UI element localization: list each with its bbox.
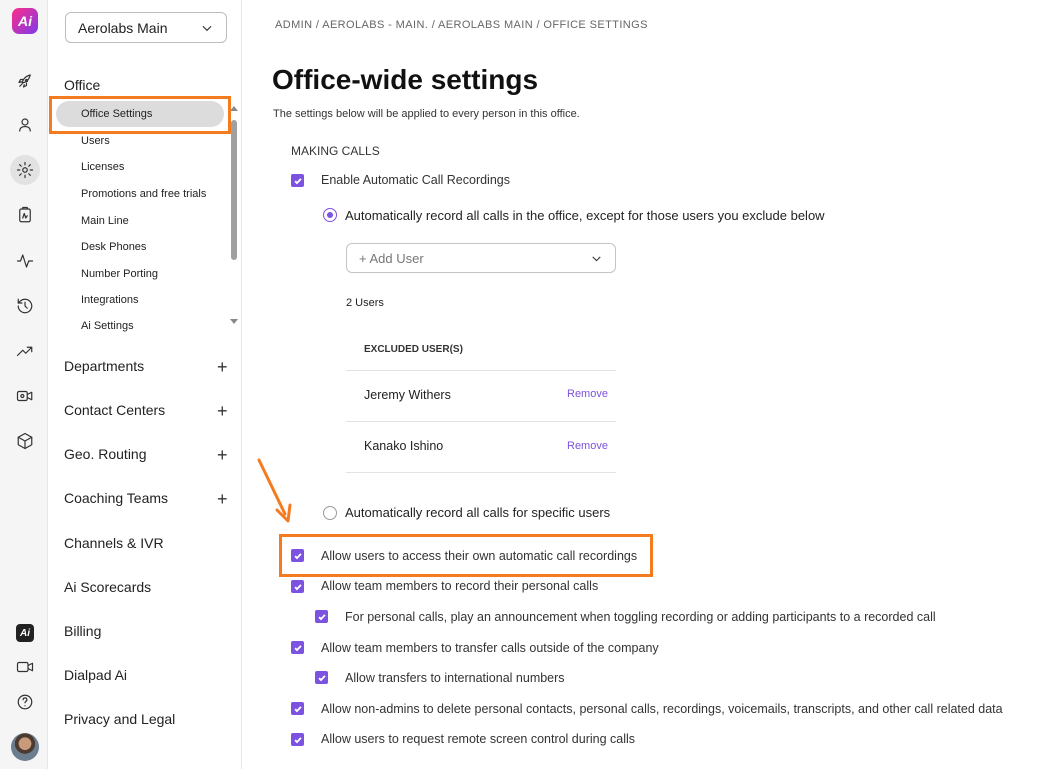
page-subtitle: The settings below will be applied to ev…	[273, 108, 580, 120]
left-rail: Ai Ai	[0, 0, 48, 769]
sidebar-item-desk-phones[interactable]: Desk Phones	[81, 241, 146, 253]
history-icon[interactable]	[10, 291, 40, 321]
section-label-making-calls: MAKING CALLS	[291, 144, 380, 158]
announcement-checkbox[interactable]	[315, 610, 328, 623]
record-specific-label: Automatically record all calls for speci…	[345, 505, 611, 520]
help-icon[interactable]	[10, 687, 40, 717]
remove-user-link[interactable]: Remove	[567, 388, 608, 400]
team-record-label: Allow team members to record their perso…	[321, 579, 599, 593]
plus-icon[interactable]: +	[217, 490, 228, 508]
record-specific-radio[interactable]	[323, 506, 337, 520]
sidebar-section-office[interactable]: Office	[64, 77, 100, 93]
check-icon	[293, 736, 302, 743]
record-all-radio[interactable]	[323, 208, 337, 222]
plus-icon[interactable]: +	[217, 358, 228, 376]
page-title: Office-wide settings	[272, 64, 539, 95]
sidebar-section-billing[interactable]: Billing	[64, 623, 101, 639]
sidebar-section-geo-routing[interactable]: Geo. Routing	[64, 446, 147, 462]
gear-icon[interactable]	[10, 155, 40, 185]
sidebar-item-ai-settings[interactable]: Ai Settings	[81, 320, 134, 332]
transfer-outside-checkbox[interactable]	[291, 641, 304, 654]
sidebar-item-number-porting[interactable]: Number Porting	[81, 268, 158, 280]
table-divider	[346, 472, 616, 473]
highlight-box-office-settings	[49, 96, 231, 134]
remove-user-link[interactable]: Remove	[567, 440, 608, 452]
trend-icon[interactable]	[10, 336, 40, 366]
announcement-label: For personal calls, play an announcement…	[345, 610, 936, 624]
sidebar-section-contact-centers[interactable]: Contact Centers	[64, 402, 165, 418]
app-logo[interactable]: Ai	[12, 8, 38, 34]
sidebar-section-channels-ivr[interactable]: Channels & IVR	[64, 535, 164, 551]
add-user-select[interactable]: + Add User	[346, 243, 616, 273]
scroll-up-icon[interactable]	[230, 106, 238, 111]
sidebar-item-integrations[interactable]: Integrations	[81, 294, 138, 306]
transfer-outside-label: Allow team members to transfer calls out…	[321, 641, 659, 655]
highlight-box-access-own	[279, 534, 653, 577]
user-icon[interactable]	[10, 110, 40, 140]
enable-recordings-checkbox[interactable]	[291, 174, 304, 187]
table-divider	[346, 370, 616, 371]
sidebar-section-departments[interactable]: Departments	[64, 358, 144, 374]
dialpad-ai-icon[interactable]: Ai	[16, 624, 34, 642]
check-icon	[293, 705, 302, 712]
delete-data-checkbox[interactable]	[291, 702, 304, 715]
annotation-arrow-icon	[257, 458, 292, 523]
plus-icon[interactable]: +	[217, 402, 228, 420]
excluded-users-header: EXCLUDED USER(S)	[364, 344, 463, 355]
team-record-checkbox[interactable]	[291, 580, 304, 593]
excluded-user-name: Kanako Ishino	[364, 439, 444, 453]
activity-icon[interactable]	[10, 246, 40, 276]
check-icon	[293, 644, 302, 651]
add-user-placeholder: + Add User	[359, 250, 424, 266]
plus-icon[interactable]: +	[217, 446, 228, 464]
international-label: Allow transfers to international numbers	[345, 671, 565, 685]
scroll-down-icon[interactable]	[230, 319, 238, 324]
clipboard-icon[interactable]	[10, 200, 40, 230]
video-settings-icon[interactable]	[10, 381, 40, 411]
cube-icon[interactable]	[10, 426, 40, 456]
chevron-down-icon	[592, 255, 601, 261]
office-select[interactable]: Aerolabs Main	[65, 12, 227, 43]
enable-recordings-label: Enable Automatic Call Recordings	[321, 173, 510, 187]
check-icon	[293, 583, 302, 590]
video-icon[interactable]	[10, 652, 40, 682]
office-select-value: Aerolabs Main	[78, 19, 168, 36]
rocket-icon[interactable]	[10, 66, 40, 96]
sidebar-item-promotions[interactable]: Promotions and free trials	[81, 188, 206, 200]
table-divider	[346, 421, 616, 422]
record-all-label: Automatically record all calls in the of…	[345, 208, 825, 223]
avatar[interactable]	[11, 733, 39, 761]
sidebar-section-ai-scorecards[interactable]: Ai Scorecards	[64, 579, 151, 595]
sidebar-section-dialpad-ai[interactable]: Dialpad Ai	[64, 667, 127, 683]
sidebar-item-main-line[interactable]: Main Line	[81, 215, 129, 227]
delete-data-label: Allow non-admins to delete personal cont…	[321, 702, 1003, 716]
users-count: 2 Users	[346, 297, 384, 309]
check-icon	[293, 177, 302, 184]
check-icon	[317, 674, 326, 681]
excluded-user-name: Jeremy Withers	[364, 388, 451, 402]
scroll-thumb[interactable]	[231, 120, 237, 260]
check-icon	[317, 613, 326, 620]
sidebar-section-privacy-legal[interactable]: Privacy and Legal	[64, 711, 175, 727]
remote-control-checkbox[interactable]	[291, 733, 304, 746]
sidebar-scrollbar[interactable]	[230, 103, 238, 328]
international-checkbox[interactable]	[315, 671, 328, 684]
chevron-down-icon	[202, 25, 212, 31]
remote-control-label: Allow users to request remote screen con…	[321, 732, 636, 746]
sidebar-item-licenses[interactable]: Licenses	[81, 161, 124, 173]
breadcrumb: ADMIN / AEROLABS - MAIN. / AEROLABS MAIN…	[275, 19, 648, 31]
sidebar-item-users[interactable]: Users	[81, 135, 110, 147]
sidebar-section-coaching-teams[interactable]: Coaching Teams	[64, 490, 168, 506]
